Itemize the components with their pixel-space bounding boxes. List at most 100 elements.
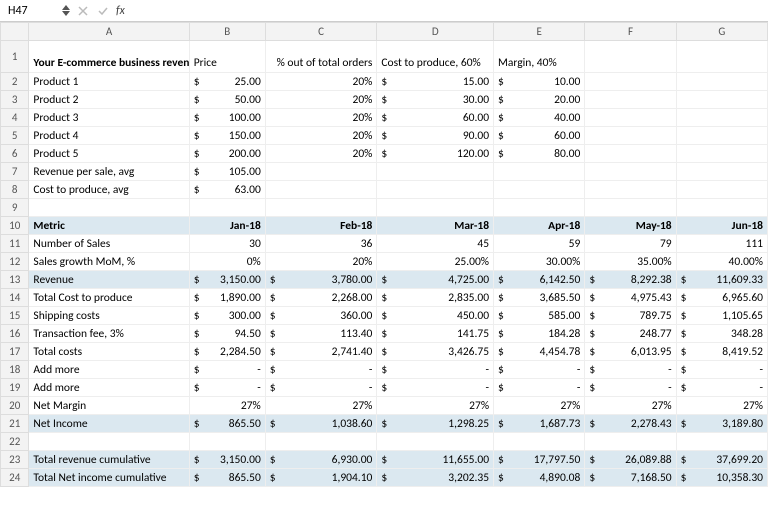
row-header-8[interactable]: 8: [1, 181, 29, 199]
c[interactable]: [676, 163, 767, 181]
cell-C12[interactable]: 20%: [265, 253, 377, 271]
cell-A14[interactable]: Total Cost to produce: [29, 289, 189, 307]
cell-F1[interactable]: [585, 41, 676, 73]
cell-G5[interactable]: [676, 127, 767, 145]
c[interactable]: [676, 181, 767, 199]
cell-B4[interactable]: $100.00: [189, 109, 265, 127]
c[interactable]: [585, 181, 676, 199]
cell-D15[interactable]: $450.00: [377, 307, 494, 325]
cell-F19[interactable]: $-: [585, 379, 676, 397]
cell-D18[interactable]: $-: [377, 361, 494, 379]
cell-G14[interactable]: $6,965.60: [676, 289, 767, 307]
cell-B1[interactable]: Price: [189, 41, 265, 73]
cell-C13[interactable]: $3,780.00: [265, 271, 377, 289]
cell-G2[interactable]: [676, 73, 767, 91]
c[interactable]: [29, 433, 189, 451]
cell-C1[interactable]: % out of total orders: [265, 41, 377, 73]
cell-E4[interactable]: $40.00: [494, 109, 585, 127]
col-header-C[interactable]: C: [265, 23, 377, 41]
chevron-up-icon[interactable]: [62, 5, 70, 10]
cell-B17[interactable]: $2,284.50: [189, 343, 265, 361]
c[interactable]: [265, 199, 377, 217]
cell-C14[interactable]: $2,268.00: [265, 289, 377, 307]
row-header-5[interactable]: 5: [1, 127, 29, 145]
cell-C20[interactable]: 27%: [265, 397, 377, 415]
spreadsheet-grid[interactable]: A B C D E F G 1 Your E-commerce business…: [0, 22, 768, 487]
cell-A7[interactable]: Revenue per sale, avg: [29, 163, 189, 181]
cell-D6[interactable]: $120.00: [377, 145, 494, 163]
cell-A6[interactable]: Product 5: [29, 145, 189, 163]
c[interactable]: [377, 163, 494, 181]
confirm-formula-icon[interactable]: [96, 4, 110, 18]
cell-D5[interactable]: $90.00: [377, 127, 494, 145]
cell-E16[interactable]: $184.28: [494, 325, 585, 343]
col-header-E[interactable]: E: [494, 23, 585, 41]
row-header-16[interactable]: 16: [1, 325, 29, 343]
cell-C3[interactable]: 20%: [265, 91, 377, 109]
cell-A3[interactable]: Product 2: [29, 91, 189, 109]
c[interactable]: [189, 199, 265, 217]
cell-F20[interactable]: 27%: [585, 397, 676, 415]
cell-D13[interactable]: $4,725.00: [377, 271, 494, 289]
cell-D20[interactable]: 27%: [377, 397, 494, 415]
cell-E3[interactable]: $20.00: [494, 91, 585, 109]
row-header-14[interactable]: 14: [1, 289, 29, 307]
formula-input[interactable]: [131, 2, 764, 20]
cell-B20[interactable]: 27%: [189, 397, 265, 415]
cell-E2[interactable]: $10.00: [494, 73, 585, 91]
cell-C21[interactable]: $1,038.60: [265, 415, 377, 433]
cell-E5[interactable]: $60.00: [494, 127, 585, 145]
cell-B16[interactable]: $94.50: [189, 325, 265, 343]
cell-E15[interactable]: $585.00: [494, 307, 585, 325]
cell-E6[interactable]: $80.00: [494, 145, 585, 163]
row-header-10[interactable]: 10: [1, 217, 29, 235]
cell-F14[interactable]: $4,975.43: [585, 289, 676, 307]
cell-B11[interactable]: 30: [189, 235, 265, 253]
cell-B3[interactable]: $50.00: [189, 91, 265, 109]
c[interactable]: [265, 181, 377, 199]
row-header-12[interactable]: 12: [1, 253, 29, 271]
c[interactable]: [676, 199, 767, 217]
row-header-17[interactable]: 17: [1, 343, 29, 361]
cell-E20[interactable]: 27%: [494, 397, 585, 415]
cell-F21[interactable]: $2,278.43: [585, 415, 676, 433]
cell-A21[interactable]: Net Income: [29, 415, 189, 433]
cancel-formula-icon[interactable]: [76, 4, 90, 18]
cell-B13[interactable]: $3,150.00: [189, 271, 265, 289]
select-all-corner[interactable]: [1, 23, 29, 41]
row-header-15[interactable]: 15: [1, 307, 29, 325]
row-header-3[interactable]: 3: [1, 91, 29, 109]
row-header-23[interactable]: 23: [1, 451, 29, 469]
row-header-9[interactable]: 9: [1, 199, 29, 217]
cell-D23[interactable]: $11,655.00: [377, 451, 494, 469]
cell-C2[interactable]: 20%: [265, 73, 377, 91]
cell-A18[interactable]: Add more: [29, 361, 189, 379]
cell-C17[interactable]: $2,741.40: [265, 343, 377, 361]
cell-A8[interactable]: Cost to produce, avg: [29, 181, 189, 199]
cell-E12[interactable]: 30.00%: [494, 253, 585, 271]
c[interactable]: [494, 163, 585, 181]
cell-F5[interactable]: [585, 127, 676, 145]
cell-F13[interactable]: $8,292.38: [585, 271, 676, 289]
cell-A12[interactable]: Sales growth MoM, %: [29, 253, 189, 271]
cell-D21[interactable]: $1,298.25: [377, 415, 494, 433]
fx-label[interactable]: fx: [116, 4, 125, 18]
cell-B2[interactable]: $25.00: [189, 73, 265, 91]
cell-D11[interactable]: 45: [377, 235, 494, 253]
cell-D3[interactable]: $30.00: [377, 91, 494, 109]
row-header-24[interactable]: 24: [1, 469, 29, 487]
cell-F18[interactable]: $-: [585, 361, 676, 379]
row-header-20[interactable]: 20: [1, 397, 29, 415]
cell-D10[interactable]: Mar-18: [377, 217, 494, 235]
c[interactable]: [494, 199, 585, 217]
cell-F17[interactable]: $6,013.95: [585, 343, 676, 361]
cell-D12[interactable]: 25.00%: [377, 253, 494, 271]
col-header-F[interactable]: F: [585, 23, 676, 41]
cell-F4[interactable]: [585, 109, 676, 127]
row-header-7[interactable]: 7: [1, 163, 29, 181]
c[interactable]: [494, 433, 585, 451]
c[interactable]: [585, 433, 676, 451]
cell-F10[interactable]: May-18: [585, 217, 676, 235]
cell-G23[interactable]: $37,699.20: [676, 451, 767, 469]
cell-G19[interactable]: $-: [676, 379, 767, 397]
